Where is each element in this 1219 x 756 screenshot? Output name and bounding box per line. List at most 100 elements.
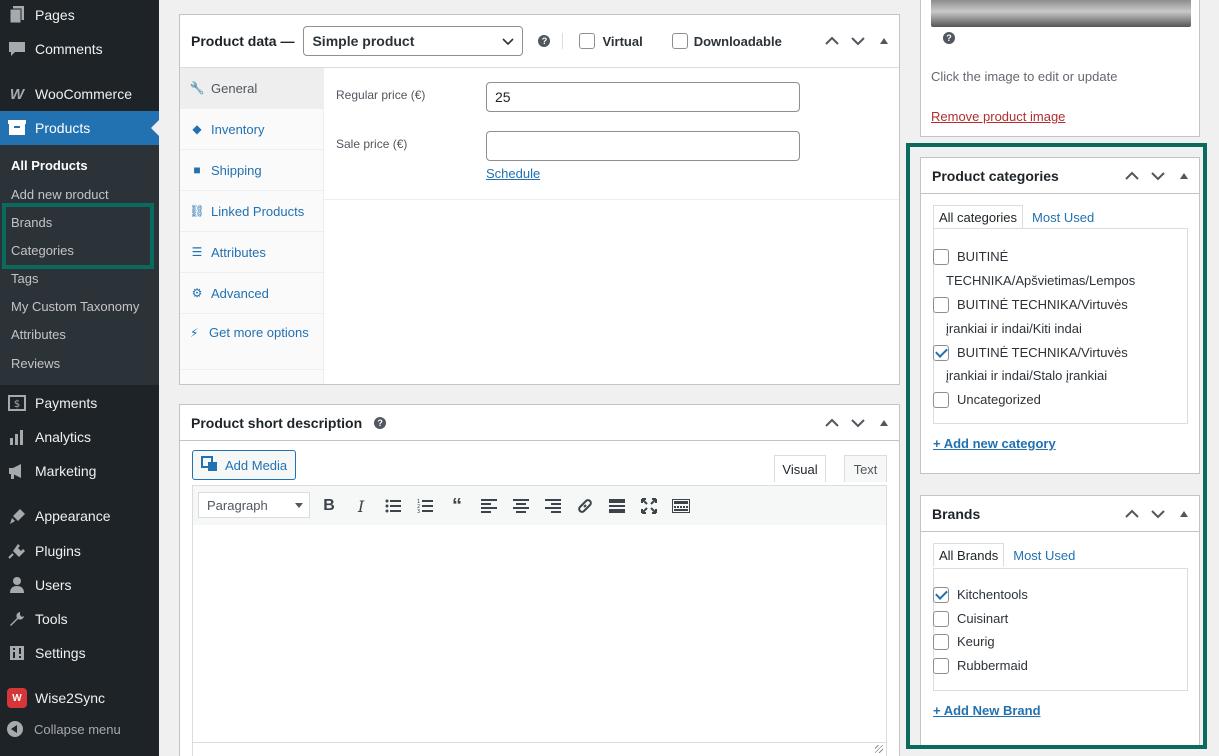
menu-label: Pages <box>35 7 75 23</box>
regular-price-input[interactable]: 25 <box>486 82 800 112</box>
read-more-icon[interactable] <box>605 494 629 518</box>
downloadable-checkbox[interactable] <box>671 33 688 49</box>
remove-image-link[interactable]: Remove product image <box>931 109 1065 124</box>
format-select[interactable]: Paragraph <box>198 492 310 518</box>
downloadable-label: Downloadable <box>693 33 782 49</box>
tools-icon <box>7 609 27 629</box>
menu-item-appearance[interactable]: Appearance <box>0 499 159 533</box>
collapse-arrow-icon <box>7 721 23 737</box>
align-right-icon[interactable] <box>541 494 565 518</box>
help-icon[interactable]: ? <box>538 35 551 47</box>
image-hint: Click the image to edit or update <box>931 69 1118 84</box>
resize-handle-icon[interactable] <box>875 745 883 753</box>
product-type-select[interactable]: Simple product <box>303 26 524 56</box>
admin-sidebar: Pages Comments W WooCommerce Products Al… <box>0 0 159 756</box>
tag-icon: ◆ <box>192 122 202 136</box>
menu-item-analytics[interactable]: Analytics <box>0 420 159 454</box>
move-up-icon[interactable] <box>823 32 841 50</box>
editor-statusbar <box>193 742 886 756</box>
tab-label: Attributes <box>211 244 266 260</box>
menu-label: Plugins <box>35 543 81 559</box>
submenu-reviews[interactable]: Reviews <box>11 354 60 374</box>
menu-item-woocommerce[interactable]: W WooCommerce <box>0 77 159 111</box>
tab-text[interactable]: Text <box>844 455 887 482</box>
menu-item-wise2sync[interactable]: W Wise2Sync <box>0 681 159 715</box>
wrench-icon: 🔧 <box>189 81 205 95</box>
tab-label: Shipping <box>211 162 262 178</box>
collapse-menu-button[interactable]: Collapse menu <box>7 721 121 737</box>
marketing-icon <box>7 461 27 481</box>
comments-icon <box>7 39 27 59</box>
tab-label: Linked Products <box>211 203 305 219</box>
media-icon <box>201 455 219 475</box>
menu-item-products[interactable]: Products <box>0 111 159 145</box>
menu-item-marketing[interactable]: Marketing <box>0 454 159 488</box>
move-down-icon[interactable] <box>849 414 867 432</box>
tab-attributes[interactable]: ☰ Attributes <box>180 232 324 273</box>
tab-visual[interactable]: Visual <box>774 455 826 482</box>
product-image[interactable] <box>931 0 1191 27</box>
fullscreen-icon[interactable] <box>637 494 661 518</box>
add-media-button[interactable]: Add Media <box>192 450 297 480</box>
menu-item-comments[interactable]: Comments <box>0 32 159 66</box>
sale-price-input[interactable] <box>486 131 800 161</box>
tab-linked-products[interactable]: ⛓ Linked Products <box>180 191 324 232</box>
truck-icon: ■ <box>193 163 201 177</box>
product-data-panel: Product data — Simple product ? Virtual … <box>179 14 900 385</box>
submenu-all-products[interactable]: All Products <box>11 156 88 176</box>
insert-link-icon[interactable] <box>573 494 597 518</box>
tab-inventory[interactable]: ◆ Inventory <box>180 109 324 150</box>
caret-down-icon <box>295 503 303 508</box>
virtual-checkbox[interactable] <box>579 33 596 49</box>
numbered-list-icon[interactable]: 123 <box>413 494 437 518</box>
menu-label: Products <box>35 120 91 136</box>
analytics-icon <box>7 427 27 447</box>
product-data-tabs: 🔧 General ◆ Inventory ■ Shipping ⛓ Linked Pr… <box>180 68 324 384</box>
submenu-add-new-product[interactable]: Add new product <box>11 185 109 199</box>
tab-general[interactable]: 🔧 General <box>180 68 324 109</box>
taxonomy-highlight-box <box>906 143 1207 749</box>
short-description-editor[interactable] <box>192 525 887 756</box>
bullet-list-icon[interactable] <box>381 494 405 518</box>
panel-controls <box>823 405 893 440</box>
move-down-icon[interactable] <box>849 32 867 50</box>
menu-item-payments[interactable]: $ Payments <box>0 386 159 420</box>
menu-item-users[interactable]: Users <box>0 568 159 602</box>
pages-icon <box>7 5 27 25</box>
move-up-icon[interactable] <box>823 414 841 432</box>
menu-item-plugins[interactable]: Plugins <box>0 534 159 568</box>
submenu-attributes[interactable]: Attributes <box>11 325 66 345</box>
wise2sync-icon: W <box>7 688 27 708</box>
italic-icon[interactable]: I <box>349 494 373 518</box>
menu-item-pages[interactable]: Pages <box>0 0 159 32</box>
schedule-link[interactable]: Schedule <box>486 166 540 181</box>
tab-shipping[interactable]: ■ Shipping <box>180 150 324 191</box>
toolbar-toggle-icon[interactable] <box>669 494 693 518</box>
bold-icon[interactable]: B <box>317 494 341 518</box>
menu-item-settings[interactable]: Settings <box>0 636 159 670</box>
plugins-icon <box>7 541 27 561</box>
align-left-icon[interactable] <box>477 494 501 518</box>
align-center-icon[interactable] <box>509 494 533 518</box>
tab-advanced[interactable]: ⚙ Advanced <box>180 273 324 314</box>
add-media-label: Add Media <box>225 457 288 473</box>
submenu-tags[interactable]: Tags <box>11 269 38 289</box>
help-icon[interactable]: ? <box>943 32 955 44</box>
tab-label: Inventory <box>211 121 265 137</box>
sale-price-label: Sale price (€) <box>336 137 408 151</box>
help-icon[interactable]: ? <box>374 416 387 429</box>
menu-item-tools[interactable]: Tools <box>0 602 159 636</box>
plug-icon: ⚡ <box>190 326 199 340</box>
tab-get-more-options[interactable]: ⚡ Get more options <box>180 314 324 370</box>
menu-label: WooCommerce <box>35 86 132 102</box>
submenu-my-custom-taxonomy[interactable]: My Custom Taxonomy <box>11 297 139 317</box>
toggle-panel-icon[interactable] <box>875 32 893 50</box>
regular-price-label: Regular price (€) <box>336 88 426 102</box>
menu-label: Wise2Sync <box>35 690 106 706</box>
appearance-icon <box>7 506 27 526</box>
blockquote-icon[interactable]: “ <box>445 494 469 518</box>
menu-label: Payments <box>35 395 98 411</box>
toggle-panel-icon[interactable] <box>875 414 893 432</box>
gear-icon: ⚙ <box>191 286 203 300</box>
virtual-label: Virtual <box>602 33 643 49</box>
